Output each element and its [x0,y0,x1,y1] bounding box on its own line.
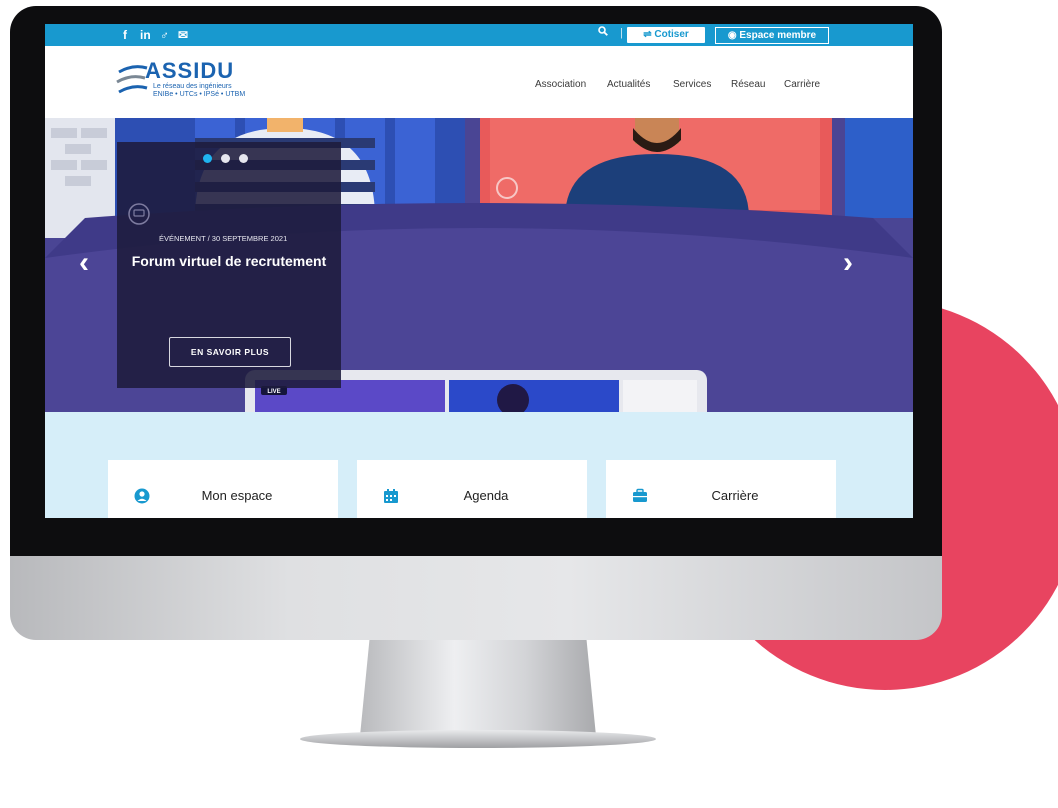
live-badge: LIVE [267,389,280,395]
linkedin-icon[interactable]: in [140,27,151,43]
logo-swoosh-icon [116,65,148,94]
quick-links-section: Mon espace Agenda Carrière [45,412,913,518]
nav-reseau[interactable]: Réseau [731,78,765,92]
logo-schools: ENIBe • UTCs • IPSé • UTBM [153,91,246,98]
learn-more-button[interactable]: EN SAVOIR PLUS [169,337,291,367]
slide-dot-3[interactable] [239,154,248,163]
nav-carriere[interactable]: Carrière [784,78,820,92]
site-header: ASSIDU Le réseau des ingénieurs ENIBe • … [45,46,913,118]
logo-title: ASSIDU [145,58,235,83]
search-icon[interactable] [598,26,608,39]
quick-link-label: Mon espace [201,488,273,503]
quick-link-carriere[interactable]: Carrière [606,460,836,518]
email-icon[interactable]: ✉ [178,27,188,43]
slider-next-icon[interactable]: › [843,248,853,278]
event-title: Forum virtuel de recrutement [131,253,327,269]
slider-prev-icon[interactable]: ‹ [79,248,89,278]
monitor-stand [360,640,596,736]
briefcase-icon [633,488,647,502]
cotiser-label: Cotiser [654,29,689,40]
nav-association[interactable]: Association [535,78,586,92]
chat-icon [128,203,150,225]
quick-link-label: Agenda [463,488,509,503]
event-meta: ÉVÉNEMENT / 30 SEPTEMBRE 2021 [159,234,288,243]
slide-dot-2[interactable] [221,154,230,163]
calendar-icon [384,489,398,503]
monitor-stand-base [300,730,656,748]
facebook-icon[interactable]: f [123,27,127,43]
hero-slider: LIVE ÉVÉNEMENT / 30 SEPTEMBRE 2021 Forum… [45,118,913,412]
separator: | [620,27,623,39]
quick-link-label: Carrière [711,488,759,503]
top-bar: f in ♂ ✉ | ⇌ Cotiser ◉ Espace membre [45,24,913,46]
user-circle-icon: ◉ [727,30,740,41]
member-space-button[interactable]: ◉ Espace membre [715,27,829,44]
slide-dot-1[interactable] [203,154,212,163]
nav-services[interactable]: Services [673,78,711,92]
user-circle-icon [134,488,150,504]
quick-link-agenda[interactable]: Agenda [357,460,587,518]
viadeo-icon[interactable]: ♂ [160,27,169,43]
apple-logo-icon [462,574,498,614]
handshake-icon: ⇌ [643,29,655,40]
slide-card: ÉVÉNEMENT / 30 SEPTEMBRE 2021 Forum virt… [117,142,341,388]
cotiser-button[interactable]: ⇌ Cotiser [627,27,705,43]
website-screen: f in ♂ ✉ | ⇌ Cotiser ◉ Espace membre ASS… [45,24,913,518]
member-space-label: Espace membre [739,30,817,41]
quick-link-mon-espace[interactable]: Mon espace [108,460,338,518]
nav-actualites[interactable]: Actualités [607,78,650,92]
site-logo[interactable]: ASSIDU Le réseau des ingénieurs ENIBe • … [115,58,275,102]
